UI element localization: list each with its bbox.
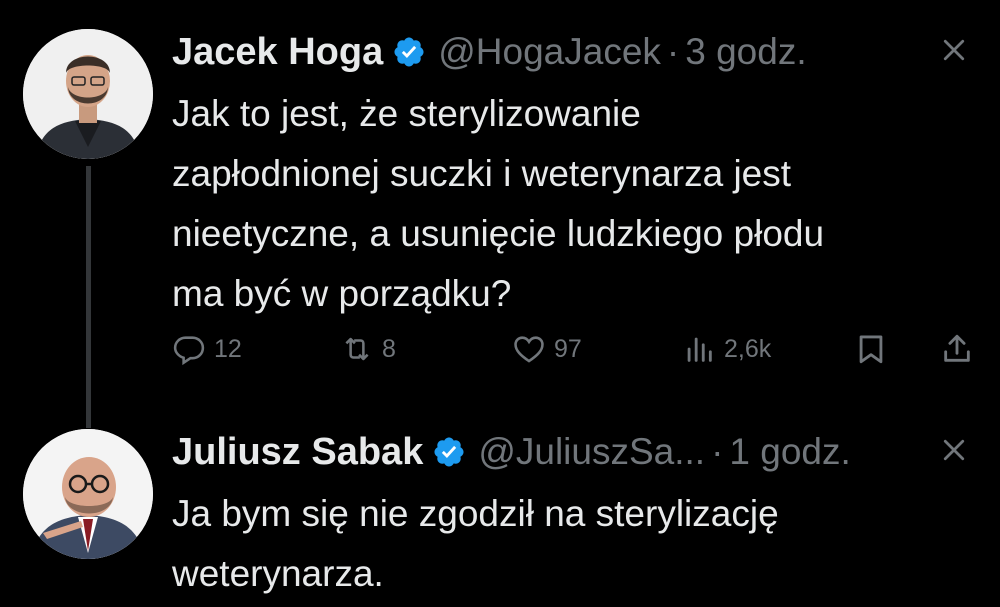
like-count: 97 [554,334,582,363]
views-button[interactable]: 2,6k [682,325,771,373]
separator: · [711,431,724,472]
tweet-text-line: nieetyczne, a usunięcie ludzkiego płodu [172,213,825,254]
action-bar: 12 8 97 2,6k [172,325,982,373]
views-icon [687,337,712,362]
tweet-header: Jacek Hoga @HogaJacek · 3 godz. [172,28,807,76]
verified-badge-icon [432,435,466,469]
close-icon[interactable] [934,30,974,70]
retweet-icon [345,337,369,361]
tweet-text-line: zapłodnionej suczki i weterynarza jest [172,153,792,194]
tweet-text: Ja bym się nie zgodził na sterylizację w… [172,484,972,604]
tweet-text: Jak to jest, że sterylizowanie zapłodnio… [172,84,972,324]
reply-button[interactable]: 12 [172,325,242,373]
tweet-text-line: Jak to jest, że sterylizowanie [172,93,641,134]
tweet-text-line: ma być w porządku? [172,273,512,314]
tweet-text-line: Ja bym się nie zgodził na sterylizację [172,493,779,534]
share-icon [944,334,970,362]
retweet-button[interactable]: 8 [340,325,396,373]
author-handle[interactable]: @JuliuszSa... [478,431,705,473]
timestamp[interactable]: 3 godz. [685,31,806,73]
tweet-text-line: weterynarza. [172,553,384,594]
retweet-count: 8 [382,334,396,363]
thread-connector-line [86,166,91,428]
close-icon[interactable] [934,430,974,470]
tweet-header: Juliusz Sabak @JuliuszSa... · 1 godz. [172,428,851,476]
author-handle[interactable]: @HogaJacek [438,31,661,73]
author-name[interactable]: Juliusz Sabak [172,431,423,474]
author-name[interactable]: Jacek Hoga [172,31,383,74]
avatar[interactable] [23,29,153,159]
like-button[interactable]: 97 [512,325,582,373]
views-count: 2,6k [724,334,772,363]
separator: · [666,31,680,72]
share-button[interactable] [940,325,974,373]
reply-icon [173,336,205,366]
bookmark-icon [859,335,883,364]
bookmark-button[interactable] [854,325,888,373]
timestamp[interactable]: 1 godz. [729,431,850,473]
reply-count: 12 [214,334,242,363]
avatar[interactable] [23,429,153,559]
verified-badge-icon [392,35,426,69]
like-icon [514,336,544,363]
